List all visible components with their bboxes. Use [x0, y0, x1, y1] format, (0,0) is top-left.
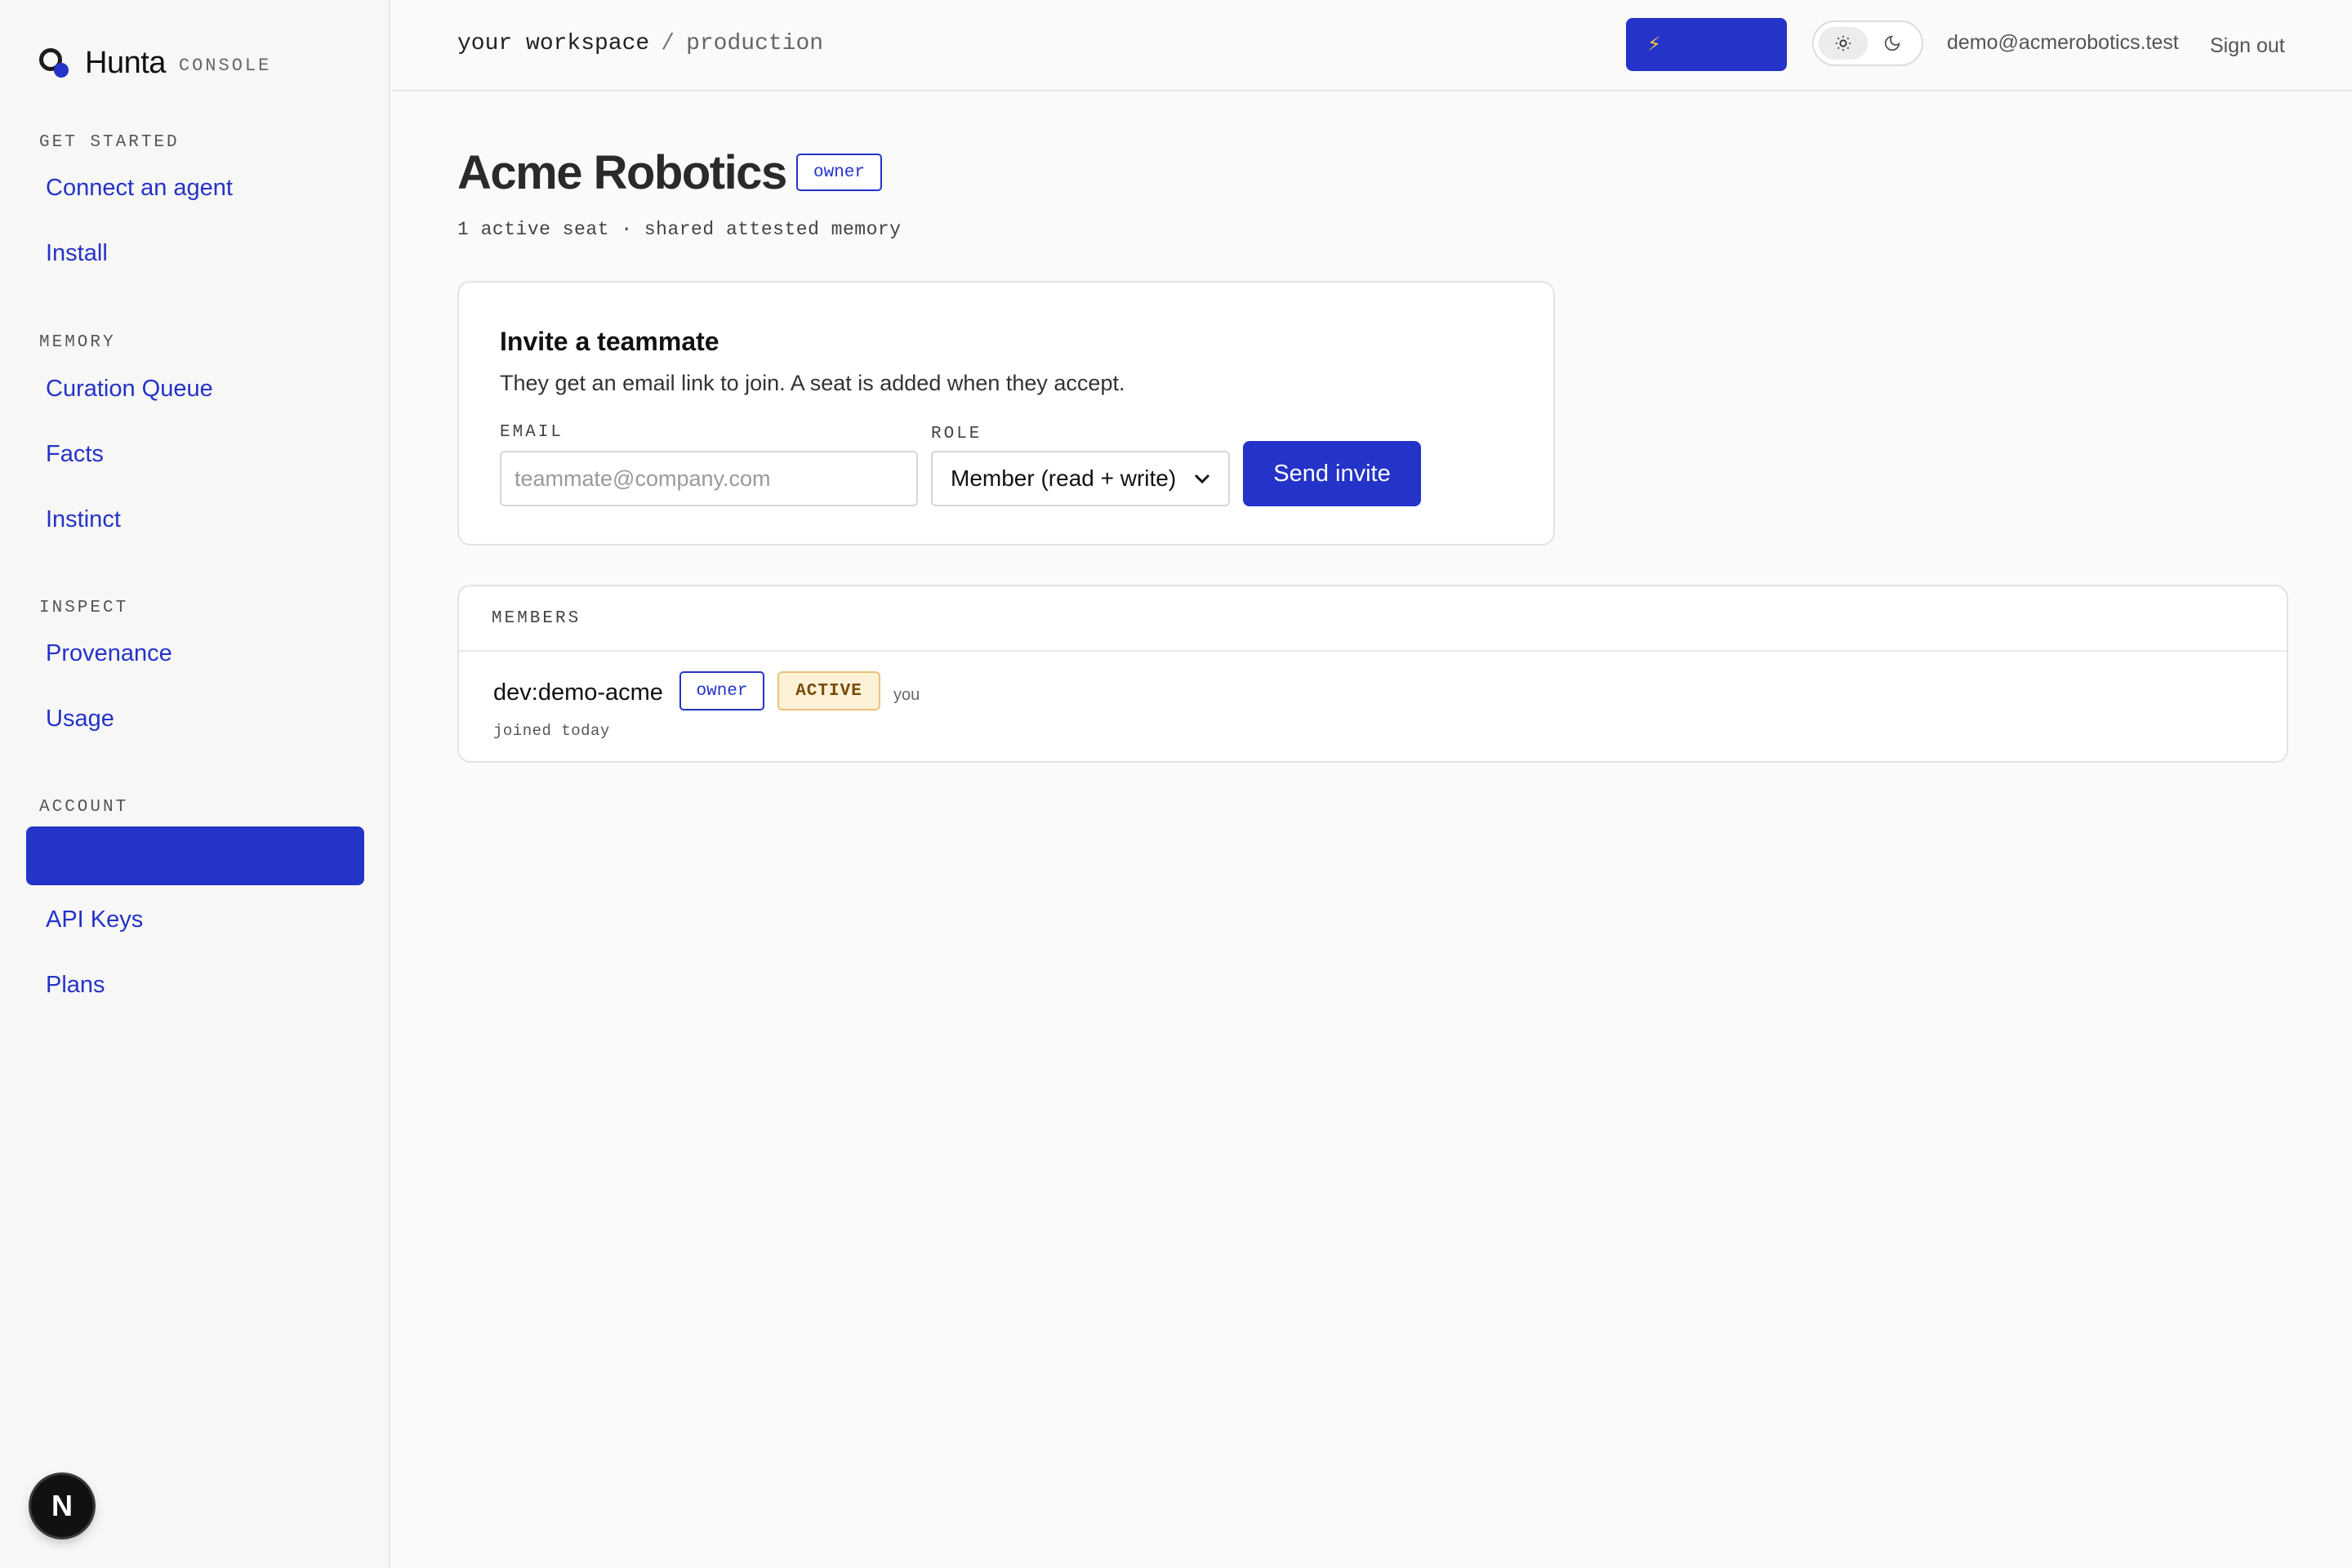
breadcrumb-separator: / — [661, 31, 675, 56]
invite-title: Invite a teammate — [500, 327, 719, 356]
framework-badge-icon[interactable]: N — [31, 1475, 93, 1537]
members-card: MEMBERS dev:demo-acme owner ACTIVE you j… — [457, 585, 2288, 763]
role-badge: owner — [796, 154, 882, 191]
member-name: dev:demo-acme — [493, 679, 663, 706]
role-select-value: Member (read + write) — [951, 466, 1177, 491]
role-label: ROLE — [931, 425, 982, 443]
member-you-label: you — [893, 686, 920, 704]
sidebar-item-api-keys[interactable]: API Keys — [46, 906, 143, 933]
sidebar-item-instinct[interactable]: Instinct — [46, 506, 121, 533]
chevron-down-icon — [1194, 468, 1210, 489]
invite-card: Invite a teammate They get an email link… — [457, 281, 1555, 546]
page-subtitle: 1 active seat · shared attested memory — [457, 219, 902, 240]
hunta-logo-icon — [39, 47, 70, 79]
sidebar-item-plans[interactable]: Plans — [46, 972, 105, 999]
member-joined: joined today — [493, 722, 610, 740]
nav-heading-memory: MEMORY — [39, 333, 116, 352]
nav-heading-account: ACCOUNT — [39, 798, 129, 817]
sidebar-item-facts[interactable]: Facts — [46, 441, 104, 468]
status-badge: ACTIVE — [777, 671, 880, 710]
sidebar-item-provenance[interactable]: Provenance — [46, 640, 172, 667]
sidebar: Hunta CONSOLE GET STARTED Connect an age… — [0, 0, 390, 1568]
brand-subtitle: CONSOLE — [178, 55, 272, 76]
sign-out-link[interactable]: Sign out — [2210, 34, 2285, 58]
moon-icon[interactable] — [1868, 27, 1917, 60]
theme-toggle[interactable] — [1812, 20, 1923, 66]
sidebar-item-usage[interactable]: Usage — [46, 706, 114, 733]
member-role-badge: owner — [679, 671, 764, 710]
sidebar-item-active[interactable] — [26, 826, 364, 885]
sidebar-item-connect-agent[interactable]: Connect an agent — [46, 175, 233, 202]
upgrade-button[interactable]: ⚡ — [1626, 18, 1787, 71]
send-invite-button[interactable]: Send invite — [1243, 441, 1421, 506]
invite-description: They get an email link to join. A seat i… — [500, 371, 1125, 395]
brand[interactable]: Hunta CONSOLE — [39, 42, 271, 83]
email-label: EMAIL — [500, 423, 564, 442]
sidebar-item-curation-queue[interactable]: Curation Queue — [46, 376, 213, 403]
sun-icon[interactable] — [1819, 27, 1868, 60]
members-header: MEMBERS — [459, 586, 2287, 652]
nav-heading-get-started: GET STARTED — [39, 133, 180, 152]
email-input[interactable] — [500, 451, 918, 506]
brand-name: Hunta — [85, 45, 166, 80]
page-title: Acme Robotics — [457, 146, 787, 199]
breadcrumb-workspace[interactable]: your workspace — [457, 31, 649, 56]
role-select[interactable]: Member (read + write) — [931, 451, 1230, 506]
topbar: your workspace / production ⚡ demo@acmerob… — [392, 0, 2352, 91]
lightning-icon: ⚡ — [1647, 33, 1661, 56]
breadcrumb: your workspace / production — [457, 31, 823, 56]
sidebar-item-install[interactable]: Install — [46, 240, 108, 267]
members-heading: MEMBERS — [492, 609, 581, 628]
user-email: demo@acmerobotics.test — [1947, 31, 2179, 54]
nav-heading-inspect: INSPECT — [39, 599, 129, 617]
breadcrumb-environment[interactable]: production — [686, 31, 823, 56]
